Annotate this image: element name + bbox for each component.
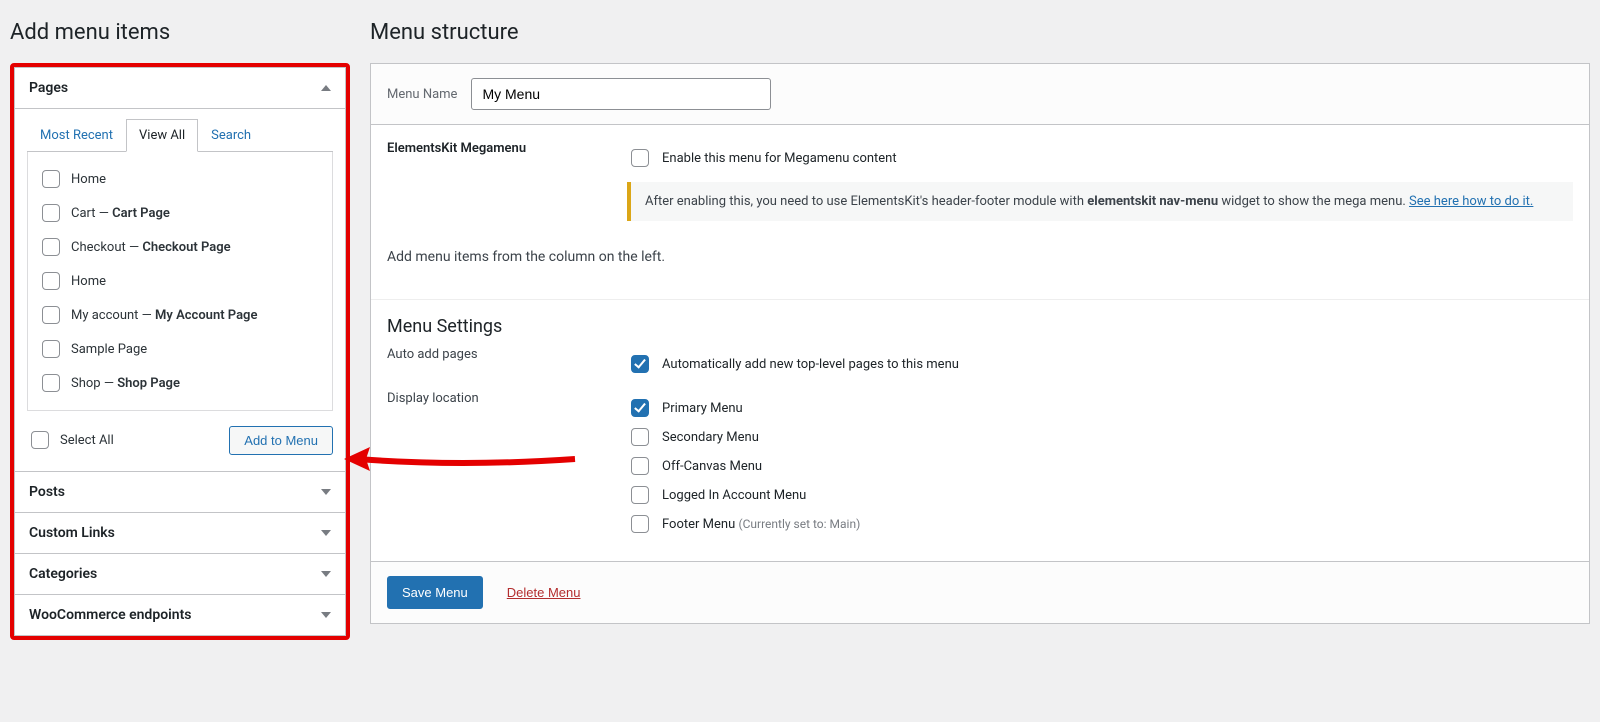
chevron-down-icon <box>321 612 331 618</box>
tab-most-recent[interactable]: Most Recent <box>27 119 126 152</box>
enable-megamenu-label: Enable this menu for Megamenu content <box>662 151 897 166</box>
list-item[interactable]: Shop — Shop Page <box>38 366 322 400</box>
megamenu-notice: After enabling this, you need to use Ele… <box>627 182 1573 221</box>
location-footer-checkbox[interactable] <box>631 515 649 533</box>
list-item[interactable]: Checkout — Checkout Page <box>38 230 322 264</box>
location-logged-in-checkbox[interactable] <box>631 486 649 504</box>
chevron-up-icon <box>321 85 331 91</box>
enable-megamenu-checkbox[interactable] <box>631 149 649 167</box>
list-item[interactable]: Home <box>38 264 322 298</box>
select-all-checkbox[interactable] <box>31 431 49 449</box>
save-menu-button[interactable]: Save Menu <box>387 576 483 609</box>
add-to-menu-button[interactable]: Add to Menu <box>229 426 333 455</box>
auto-add-pages-checkbox[interactable] <box>631 355 649 373</box>
page-checkbox-home[interactable] <box>42 170 60 188</box>
menu-name-label: Menu Name <box>387 87 457 102</box>
chevron-down-icon <box>321 571 331 577</box>
pages-list: Home Cart — Cart Page Checkout — Checkou… <box>27 152 333 411</box>
tab-search[interactable]: Search <box>198 119 264 152</box>
page-checkbox-home-2[interactable] <box>42 272 60 290</box>
posts-metabox: Posts <box>14 472 346 513</box>
woocommerce-endpoints-metabox: WooCommerce endpoints <box>14 595 346 636</box>
pages-metabox: Pages Most Recent View All Search Home <box>14 67 346 472</box>
menu-settings-heading: Menu Settings <box>387 316 1573 337</box>
custom-links-metabox: Custom Links <box>14 513 346 554</box>
location-offcanvas-checkbox[interactable] <box>631 457 649 475</box>
categories-metabox: Categories <box>14 554 346 595</box>
categories-toggle[interactable]: Categories <box>15 554 345 594</box>
page-checkbox-shop[interactable] <box>42 374 60 392</box>
custom-links-toggle[interactable]: Custom Links <box>15 513 345 553</box>
page-checkbox-cart[interactable] <box>42 204 60 222</box>
list-item[interactable]: My account — My Account Page <box>38 298 322 332</box>
pages-tabs: Most Recent View All Search <box>27 119 333 152</box>
megamenu-help-link[interactable]: See here how to do it. <box>1409 194 1533 209</box>
add-menu-items-panel: Pages Most Recent View All Search Home <box>10 63 350 640</box>
woocommerce-endpoints-toggle[interactable]: WooCommerce endpoints <box>15 595 345 635</box>
select-all-row[interactable]: Select All <box>27 423 114 457</box>
page-checkbox-sample[interactable] <box>42 340 60 358</box>
auto-add-pages-label: Auto add pages <box>387 347 607 381</box>
list-item[interactable]: Home <box>38 162 322 196</box>
location-primary-checkbox[interactable] <box>631 399 649 417</box>
tab-view-all[interactable]: View All <box>126 119 198 152</box>
chevron-down-icon <box>321 489 331 495</box>
pages-toggle[interactable]: Pages <box>15 68 345 109</box>
add-menu-items-heading: Add menu items <box>10 20 350 45</box>
menu-name-input[interactable] <box>471 78 771 110</box>
posts-toggle[interactable]: Posts <box>15 472 345 512</box>
page-checkbox-checkout[interactable] <box>42 238 60 256</box>
megamenu-section-label: ElementsKit Megamenu <box>387 141 607 221</box>
menu-structure-heading: Menu structure <box>370 20 1590 45</box>
menu-empty-instruction: Add menu items from the column on the le… <box>387 249 1573 265</box>
chevron-down-icon <box>321 530 331 536</box>
delete-menu-link[interactable]: Delete Menu <box>501 584 587 601</box>
location-secondary-checkbox[interactable] <box>631 428 649 446</box>
list-item[interactable]: Sample Page <box>38 332 322 366</box>
menu-edit-panel: Menu Name ElementsKit Megamenu Enable th… <box>370 63 1590 624</box>
page-checkbox-my-account[interactable] <box>42 306 60 324</box>
list-item[interactable]: Cart — Cart Page <box>38 196 322 230</box>
display-location-label: Display location <box>387 391 607 541</box>
